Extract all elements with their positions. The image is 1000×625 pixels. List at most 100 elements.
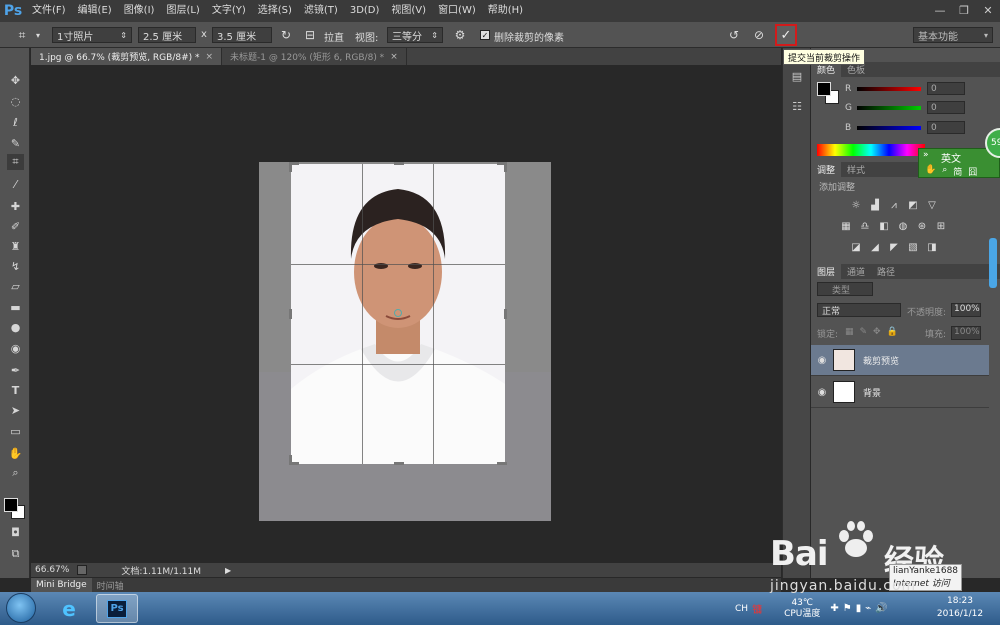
crop-handle-bottom[interactable] <box>394 462 404 465</box>
restore-icon[interactable]: ❐ <box>952 0 976 20</box>
brush-tool-icon[interactable]: ✐ <box>7 218 24 234</box>
layer-filter-select[interactable]: 类型 <box>817 282 873 296</box>
fill-input[interactable]: 100% <box>951 326 981 340</box>
blend-mode-select[interactable]: 正常 <box>817 303 901 317</box>
eyedropper-tool-icon[interactable]: ⁄ <box>7 176 24 192</box>
menu-layer[interactable]: 图层(L) <box>160 0 205 22</box>
eraser-tool-icon[interactable]: ▱ <box>7 278 24 294</box>
canvas-area[interactable] <box>31 65 781 562</box>
green-value[interactable]: 0 <box>927 101 965 114</box>
commit-crop-button[interactable]: ✓ <box>775 24 797 46</box>
ime-hand-icon[interactable]: ✋ <box>925 165 936 178</box>
ime-expand-icon[interactable]: » <box>923 150 929 160</box>
document-image[interactable] <box>259 162 551 521</box>
screen-mode-icon[interactable]: ⧉ <box>7 546 24 562</box>
tab-mini-bridge[interactable]: Mini Bridge <box>31 578 92 592</box>
menu-image[interactable]: 图像(I) <box>118 0 161 22</box>
pen-tool-icon[interactable]: ✒ <box>7 362 24 378</box>
status-arrow-icon[interactable]: ▶ <box>225 566 231 575</box>
menu-help[interactable]: 帮助(H) <box>482 0 529 22</box>
black-white-icon[interactable]: ◧ <box>877 220 891 232</box>
crop-handle-bl-v[interactable] <box>289 455 292 465</box>
workspace-select[interactable]: 基本功能 ▾ <box>913 27 993 43</box>
quick-select-tool-icon[interactable]: ✎ <box>7 135 24 151</box>
status-info-icon[interactable] <box>77 565 88 575</box>
tab-styles[interactable]: 样式 <box>841 162 871 177</box>
hue-saturation-icon[interactable]: ▦ <box>839 220 853 232</box>
red-value[interactable]: 0 <box>927 82 965 95</box>
tab-paths[interactable]: 路径 <box>871 264 901 279</box>
crop-handle-right[interactable] <box>504 309 507 319</box>
hand-tool-icon[interactable]: ✋ <box>7 445 24 461</box>
history-panel-icon[interactable]: ▤ <box>789 68 805 84</box>
curves-icon[interactable]: ⩘ <box>887 199 901 211</box>
taskbar-ie[interactable]: e <box>48 594 90 623</box>
selective-color-icon[interactable]: ◨ <box>925 241 939 253</box>
move-tool-icon[interactable]: ✥ <box>7 72 24 88</box>
crop-handle-br[interactable] <box>497 462 507 465</box>
fg-swatch[interactable] <box>817 82 831 96</box>
layer-name[interactable]: 背景 <box>863 386 881 399</box>
crop-handle-left[interactable] <box>289 309 292 319</box>
menu-type[interactable]: 文字(Y) <box>206 0 252 22</box>
view-overlay-select[interactable]: 三等分 ⇕ <box>387 27 443 43</box>
properties-panel-icon[interactable]: ☷ <box>789 98 805 114</box>
menu-window[interactable]: 窗口(W) <box>432 0 482 22</box>
straighten-label[interactable]: 拉直 <box>324 29 344 44</box>
vibrance-icon[interactable]: ▽ <box>925 199 939 211</box>
tray-clock[interactable]: 18:23 2016/1/12 <box>930 595 990 621</box>
history-brush-tool-icon[interactable]: ↯ <box>7 258 24 274</box>
menu-edit[interactable]: 编辑(E) <box>72 0 118 22</box>
menu-file[interactable]: 文件(F) <box>26 0 72 22</box>
crop-handle-tr-v[interactable] <box>504 162 507 172</box>
crop-handle-tl-v[interactable] <box>289 162 292 172</box>
color-balance-icon[interactable]: ♎ <box>858 220 872 232</box>
blur-tool-icon[interactable]: ● <box>7 319 24 335</box>
tray-icons[interactable]: ✚⚑▮⌁🔊 <box>830 603 891 614</box>
rectangle-tool-icon[interactable]: ▭ <box>7 423 24 439</box>
crop-handle-top[interactable] <box>394 162 404 165</box>
close-icon[interactable]: × <box>206 52 214 62</box>
straighten-icon[interactable]: ⊟ <box>302 27 318 43</box>
eye-icon[interactable]: ◉ <box>811 355 833 366</box>
crop-width-input[interactable]: 2.5 厘米 <box>138 27 196 43</box>
quick-mask-icon[interactable]: ◘ <box>7 524 24 540</box>
tool-preset-arrow-icon[interactable]: ▾ <box>34 27 42 43</box>
start-button[interactable] <box>6 593 36 623</box>
blue-value[interactable]: 0 <box>927 121 965 134</box>
crop-tool-icon[interactable]: ⌗ <box>7 154 24 170</box>
crop-center-icon[interactable] <box>394 309 402 317</box>
opacity-input[interactable]: 100% <box>951 303 981 317</box>
zoom-tool-icon[interactable]: ⌕ <box>7 465 24 481</box>
close-icon[interactable]: × <box>390 52 398 62</box>
gradient-tool-icon[interactable]: ▬ <box>7 299 24 315</box>
delete-cropped-label[interactable]: 删除裁剪的像素 <box>494 29 564 44</box>
color-lookup-icon[interactable]: ⊞ <box>934 220 948 232</box>
threshold-icon[interactable]: ◤ <box>887 241 901 253</box>
menu-select[interactable]: 选择(S) <box>252 0 298 22</box>
tab-document-2[interactable]: 未标题-1 @ 120% (矩形 6, RGB/8) * × <box>222 48 407 65</box>
eye-icon[interactable]: ◉ <box>811 387 833 398</box>
crop-preset-select[interactable]: 1寸照片 ⇕ <box>52 27 132 43</box>
taskbar-photoshop[interactable]: Ps <box>96 594 138 623</box>
tray-language[interactable]: CH <box>735 604 748 614</box>
tray-ime-icon[interactable]: 镛 <box>752 601 762 616</box>
tray-temp-box[interactable]: 43℃ CPU温度 <box>784 598 820 620</box>
tab-document-1[interactable]: 1.jpg @ 66.7% (裁剪预览, RGB/8#) * × <box>31 48 223 65</box>
reset-icon[interactable]: ↺ <box>726 27 742 43</box>
green-slider[interactable] <box>857 105 921 110</box>
gear-icon[interactable]: ⚙ <box>452 27 468 43</box>
channel-mixer-icon[interactable]: ⊛ <box>915 220 929 232</box>
brightness-icon[interactable]: ☼ <box>849 199 863 211</box>
tab-layers[interactable]: 图层 <box>811 264 842 279</box>
dodge-tool-icon[interactable]: ◉ <box>7 340 24 356</box>
gradient-map-icon[interactable]: ▧ <box>906 241 920 253</box>
menu-filter[interactable]: 滤镜(T) <box>298 0 344 22</box>
menu-view[interactable]: 视图(V) <box>385 0 432 22</box>
ime-option-label[interactable]: 囧 <box>968 165 977 178</box>
clone-stamp-tool-icon[interactable]: ♜ <box>7 238 24 254</box>
crop-height-input[interactable]: 3.5 厘米 <box>212 27 272 43</box>
posterize-icon[interactable]: ◢ <box>868 241 882 253</box>
minimize-icon[interactable]: — <box>928 0 952 20</box>
type-tool-icon[interactable]: T <box>7 382 24 398</box>
